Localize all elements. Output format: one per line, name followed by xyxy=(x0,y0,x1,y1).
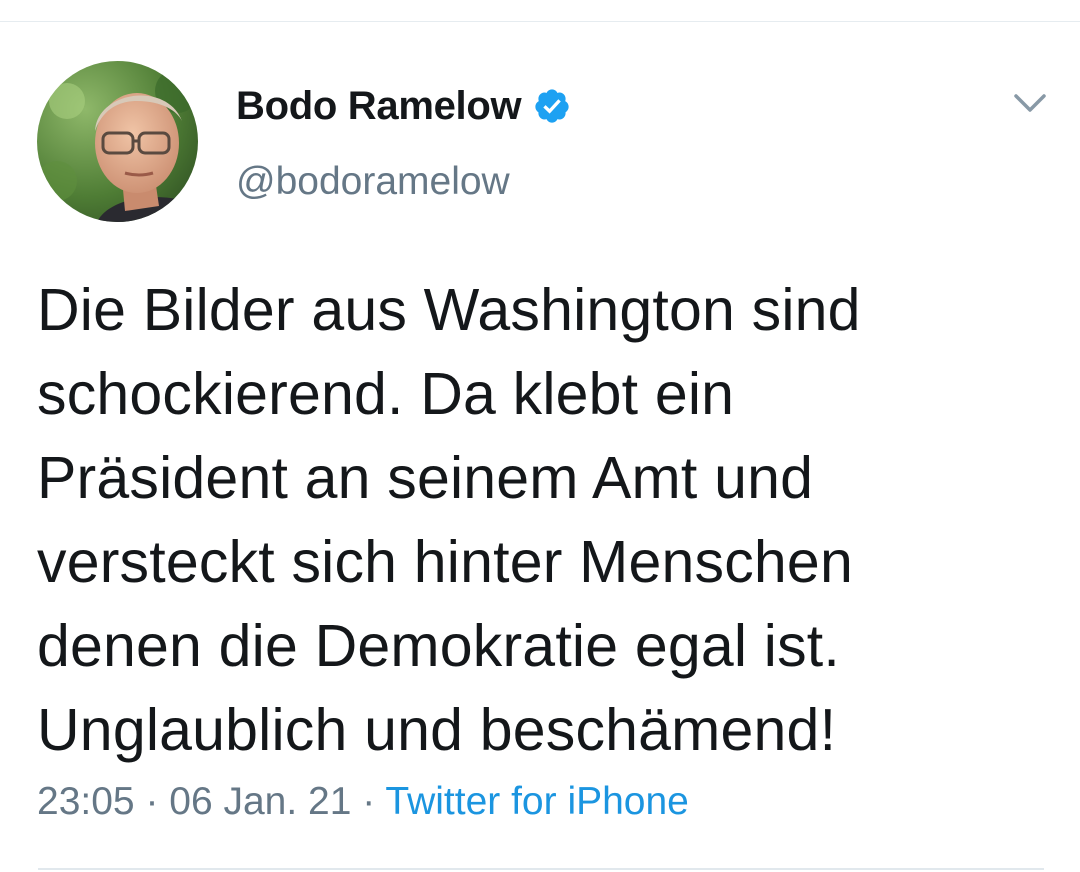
chevron-down-icon[interactable] xyxy=(1010,88,1050,118)
tweet-source-link[interactable]: Twitter for iPhone xyxy=(385,780,688,823)
avatar[interactable] xyxy=(37,61,198,222)
meta-separator: · xyxy=(351,780,386,823)
tweet-time[interactable]: 23:05 xyxy=(37,780,135,823)
profile-photo-icon xyxy=(37,61,198,222)
display-name[interactable]: Bodo Ramelow xyxy=(236,84,522,129)
verified-badge-icon xyxy=(533,87,571,125)
name-row: Bodo Ramelow xyxy=(236,82,571,130)
tweet-date[interactable]: 06 Jan. 21 xyxy=(169,780,351,823)
meta-separator: · xyxy=(134,780,170,823)
bottom-divider xyxy=(38,868,1044,870)
tweet-text: Die Bilder aus Washington sind schockier… xyxy=(37,277,861,763)
top-divider xyxy=(0,21,1080,22)
tweet-meta: 23:05 · 06 Jan. 21 · Twitter for iPhone xyxy=(37,780,689,824)
author-block[interactable]: Bodo Ramelow @bodoramelow xyxy=(236,82,571,204)
handle[interactable]: @bodoramelow xyxy=(236,160,571,204)
